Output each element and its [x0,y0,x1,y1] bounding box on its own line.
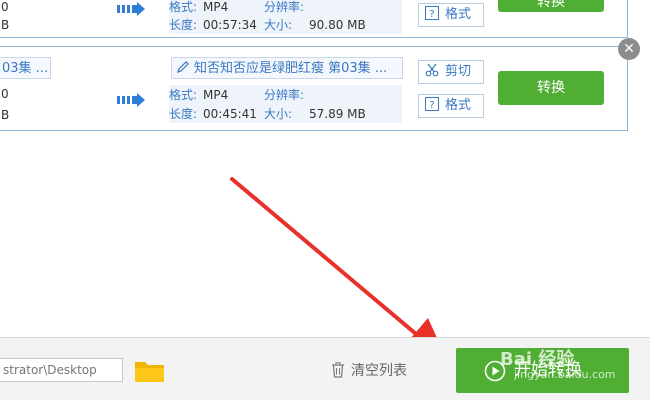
size-value: 57.89 MB [309,107,366,121]
converter-window: 0 B 格式: MP4 分辨率: 长度: 00:57:34 大小: 90.80 … [0,0,650,400]
task-card: 0 B 格式: MP4 分辨率: 长度: 00:57:34 大小: 90.80 … [0,0,628,38]
convert-arrow-icon [117,93,145,107]
source-info-line-2: B [1,18,10,32]
watermark-url: jingyan.baidu.com [514,368,616,381]
size-label: 大小: [264,18,293,32]
convert-button[interactable]: 转换 [498,0,604,12]
cut-button-label: 剪切 [445,64,472,79]
format-button-label: 格式 [445,7,472,22]
task-card: 03集 ... 0 B 知否知否应是绿肥红瘦 第03集 ... 格式: MP4 … [0,46,628,131]
format-value: MP4 [203,88,229,102]
format-button-label: 格式 [445,98,472,113]
pen-icon [177,61,189,73]
duration-label: 长度: [169,107,198,121]
source-info-line-2: B [1,108,10,122]
format-button[interactable]: ? 格式 [418,94,484,118]
output-path-field[interactable]: strator\Desktop [0,358,123,382]
format-label: 格式: [169,88,198,102]
duration-label: 长度: [169,18,198,32]
close-icon[interactable]: ✕ [618,38,640,60]
format-button[interactable]: ? 格式 [418,3,484,27]
output-info: 格式: MP4 分辨率: 长度: 00:57:34 大小: 90.80 MB [169,0,402,34]
format-icon: ? [425,97,439,111]
output-filename-text: 知否知否应是绿肥红瘦 第03集 ... [194,61,388,76]
convert-button[interactable]: 转换 [498,71,604,105]
convert-arrow-icon [117,2,145,16]
convert-button-label: 转换 [537,0,565,10]
format-value: MP4 [203,0,229,14]
output-info: 格式: MP4 分辨率: 长度: 00:45:41 大小: 57.89 MB [169,85,402,123]
svg-text:?: ? [429,100,434,111]
duration-value: 00:57:34 [203,18,257,32]
scissors-icon [425,63,439,77]
trash-icon [332,362,344,378]
format-label: 格式: [169,0,198,14]
source-info-line-1: 0 [1,87,9,101]
duration-value: 00:45:41 [203,107,257,121]
source-info-line-1: 0 [1,0,9,14]
size-value: 90.80 MB [309,18,366,32]
annotation-arrow-shaft [230,177,424,341]
size-label: 大小: [264,107,293,121]
resolution-label: 分辨率: [264,88,305,102]
format-icon: ? [425,6,439,20]
source-filename[interactable]: 03集 ... [0,57,51,79]
clear-list-label: 清空列表 [351,363,407,379]
convert-button-label: 转换 [537,80,565,96]
svg-text:?: ? [429,9,434,20]
folder-icon[interactable] [134,358,166,384]
output-filename[interactable]: 知否知否应是绿肥红瘦 第03集 ... [171,57,403,79]
resolution-label: 分辨率: [264,0,305,14]
clear-list-button[interactable]: 清空列表 [331,360,407,382]
cut-button[interactable]: 剪切 [418,60,484,84]
